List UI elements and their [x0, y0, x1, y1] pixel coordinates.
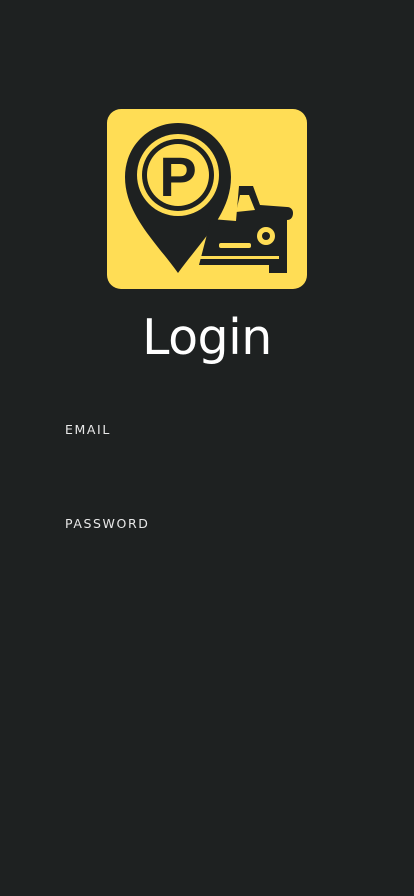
email-input[interactable] [65, 449, 355, 485]
app-logo: P [107, 109, 307, 289]
page-title: Login [142, 309, 272, 366]
email-field: EMAIL [65, 421, 355, 485]
login-screen: P Login EMAIL PASSWORD [0, 0, 414, 896]
password-input[interactable] [65, 543, 355, 579]
parking-pin-car-icon: P [125, 123, 293, 273]
logo-letter: P [159, 145, 196, 208]
email-label: EMAIL [65, 422, 111, 437]
password-field: PASSWORD [65, 515, 355, 579]
password-label: PASSWORD [65, 516, 150, 531]
